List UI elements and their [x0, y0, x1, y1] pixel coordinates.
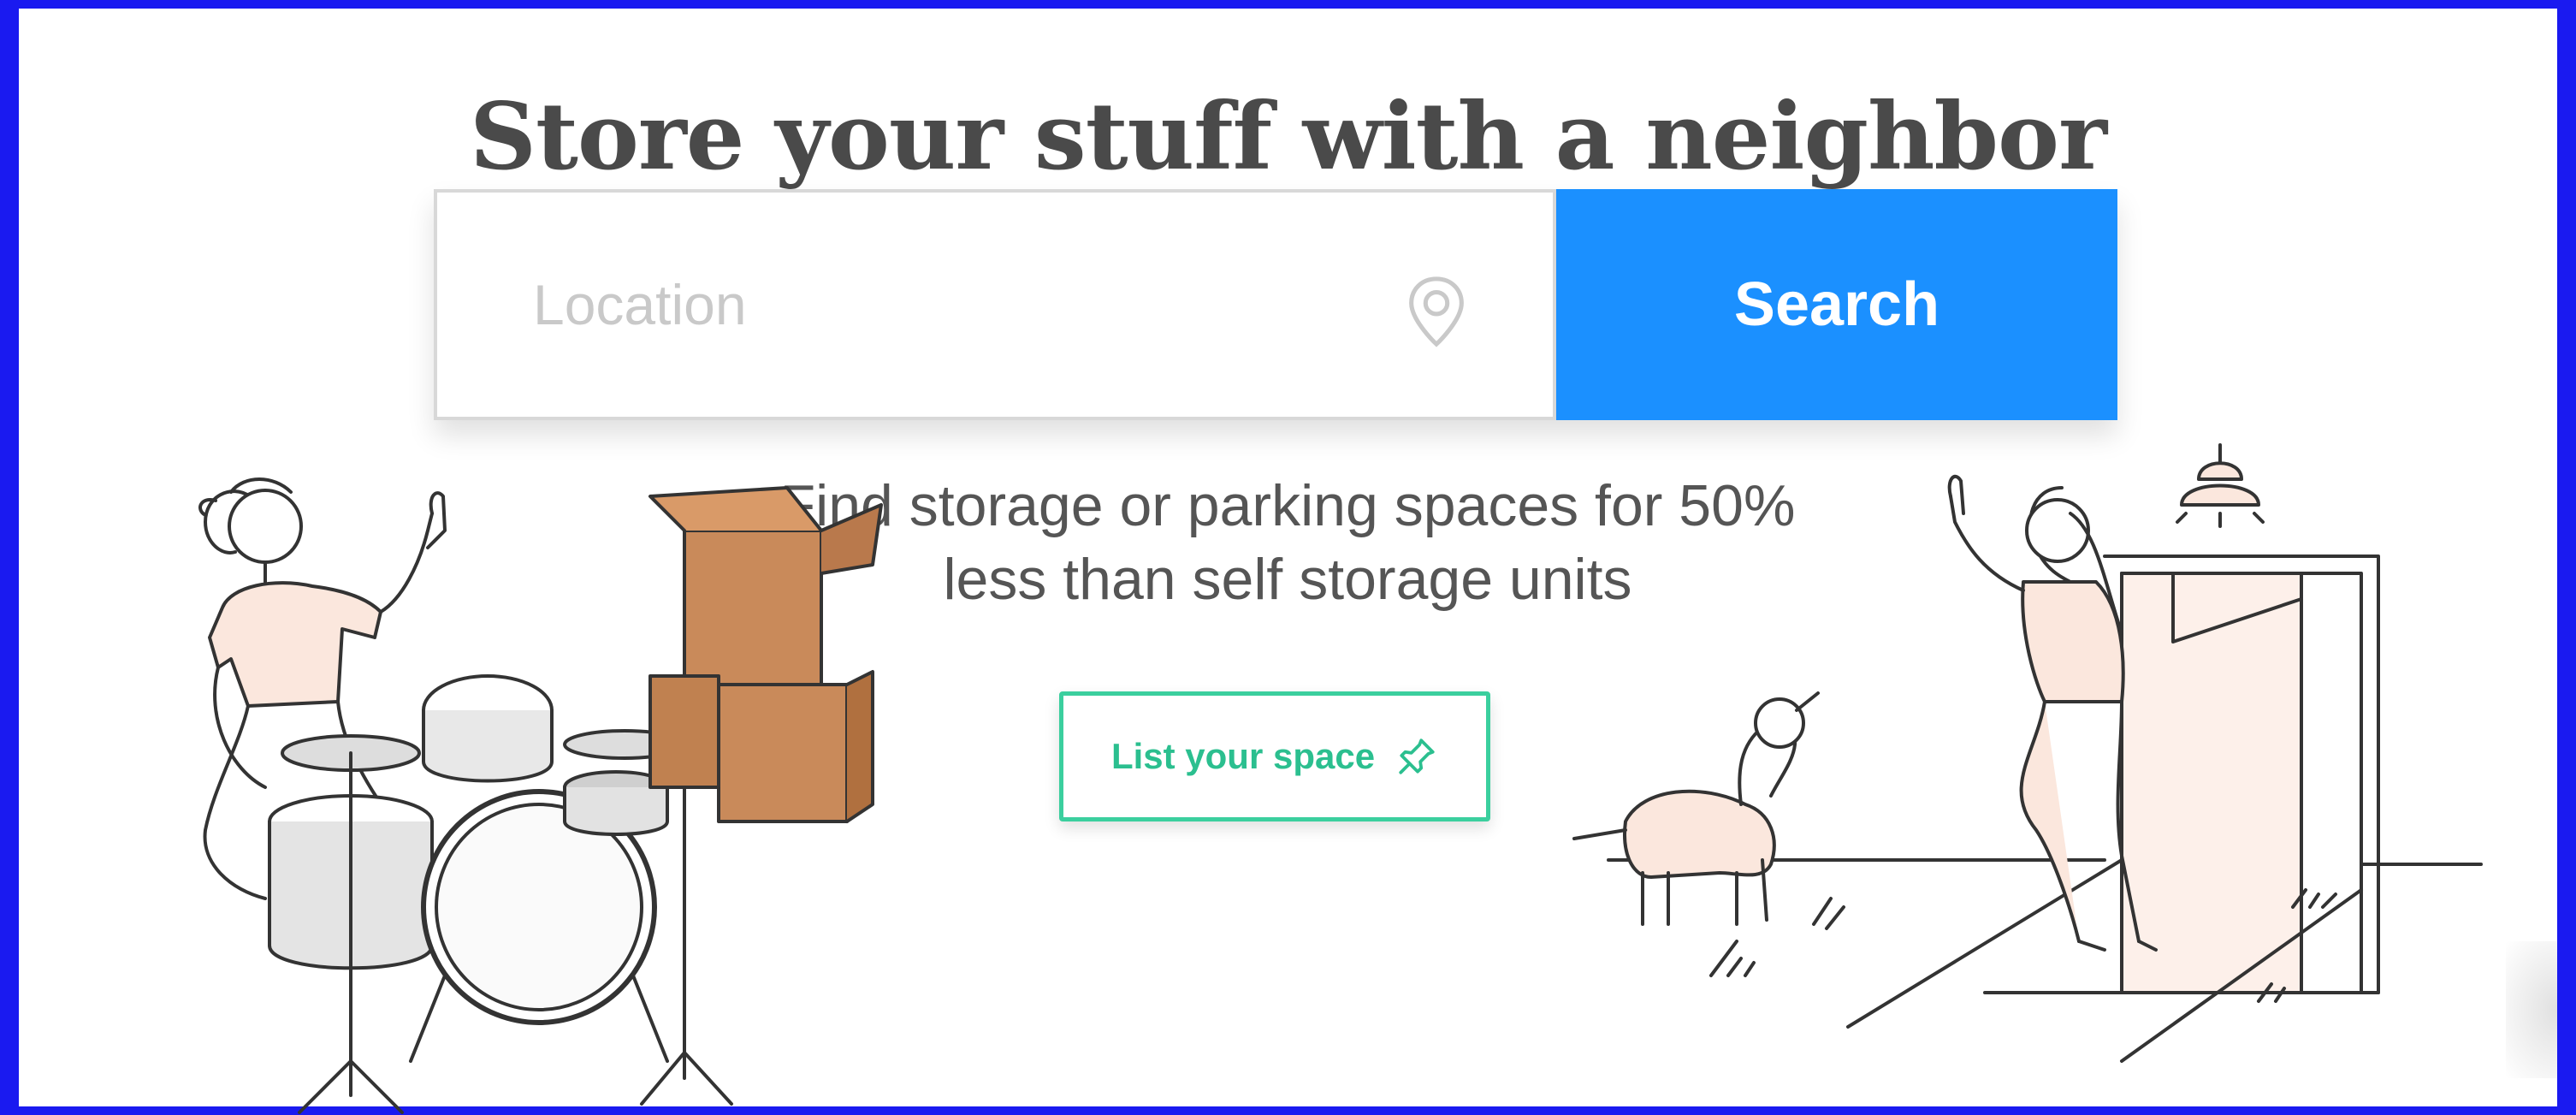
location-field[interactable]	[434, 189, 1556, 420]
pushpin-icon	[1399, 738, 1435, 774]
map-pin-icon	[1409, 276, 1464, 347]
hero-title: Store your stuff with a neighbor	[469, 83, 2107, 192]
search-button[interactable]: Search	[1556, 189, 2117, 420]
drums-and-boxes-illustration	[198, 477, 883, 1114]
person-head	[228, 489, 303, 564]
list-your-space-label: List your space	[1110, 736, 1376, 776]
location-input[interactable]	[531, 244, 1390, 365]
scroll-shadow	[2506, 941, 2557, 1078]
list-your-space-button[interactable]: List your space	[1059, 691, 1490, 821]
search-bar: Search	[434, 189, 2117, 420]
dog-and-garage-illustration	[1572, 443, 2483, 1063]
